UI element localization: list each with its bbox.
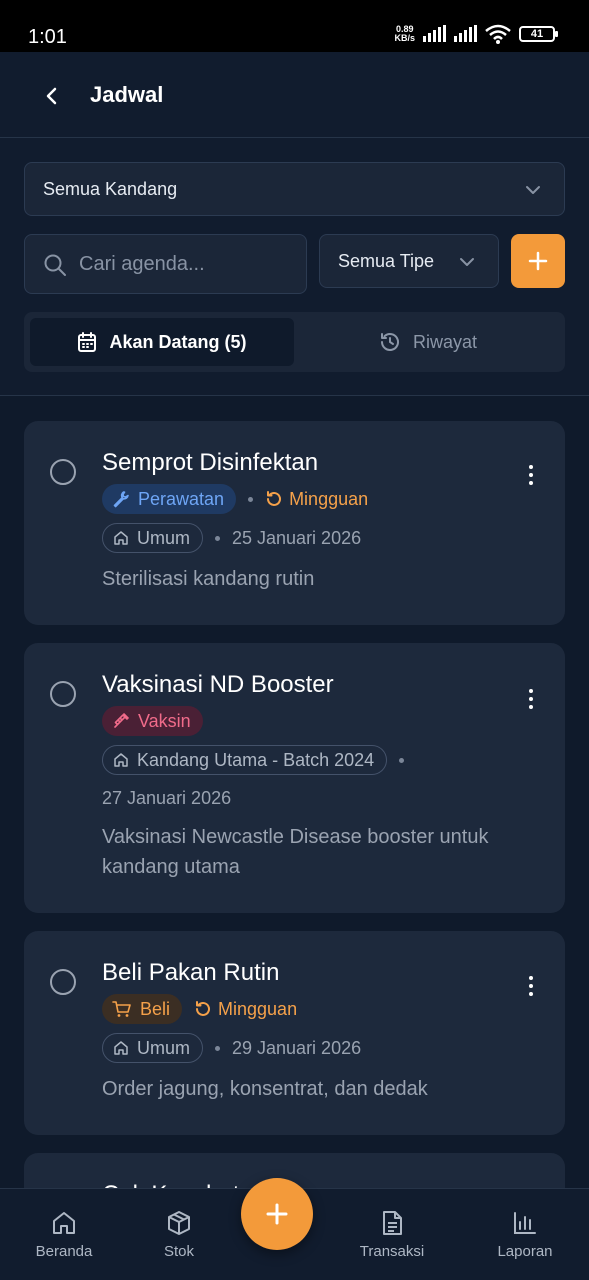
repeat-icon [267, 491, 282, 506]
syringe-icon [114, 713, 129, 728]
plus-icon [528, 251, 548, 271]
type-badge: Perawatan [102, 484, 237, 514]
type-select[interactable]: Semua Tipe [319, 234, 499, 288]
history-icon [380, 333, 399, 351]
agenda-title: Vaksinasi ND Booster [102, 671, 334, 698]
status-icons: 0.89 KB/s 41 [394, 24, 558, 44]
box-icon [168, 1211, 190, 1235]
status-time: 1:01 [28, 26, 67, 48]
agenda-description: Vaksinasi Newcastle Disease booster untu… [102, 826, 489, 878]
wifi-icon [485, 24, 511, 44]
tab-history-label: Riwayat [412, 331, 478, 352]
search-box [24, 234, 307, 294]
complete-checkbox[interactable] [50, 969, 76, 995]
network-speed: 0.89 KB/s [394, 24, 415, 43]
agenda-meta-row: Perawatan Mingguan [102, 484, 368, 514]
agenda-meta-row: Beli Mingguan [102, 994, 297, 1024]
agenda-card[interactable]: Semprot Disinfektan Perawatan Mingguan U… [24, 421, 565, 625]
cart-icon [112, 1001, 131, 1017]
complete-checkbox[interactable] [50, 459, 76, 485]
recurrence-badge: Mingguan [265, 489, 368, 510]
nav-stock[interactable]: Stok [129, 1209, 229, 1260]
agenda-date: 25 Januari 2026 [232, 527, 362, 548]
add-agenda-button[interactable] [511, 234, 565, 288]
agenda-meta-row: Vaksin [102, 706, 203, 736]
page-title: Jadwal [90, 82, 164, 107]
back-button[interactable] [36, 80, 68, 112]
type-badge: Vaksin [102, 706, 203, 736]
nav-transactions[interactable]: Transaksi [342, 1209, 442, 1260]
type-badge: Beli [102, 994, 183, 1024]
kandang-select[interactable]: Semua Kandang [24, 162, 565, 216]
chevron-down-icon [460, 258, 474, 266]
separator-dot [215, 535, 220, 541]
agenda-card[interactable]: Vaksinasi ND Booster Vaksin Kandang Utam… [24, 643, 565, 913]
nav-reports[interactable]: Laporan [475, 1209, 575, 1260]
battery-icon: 41 [519, 26, 558, 42]
agenda-location-row: Umum 29 Januari 2026 [102, 1033, 361, 1063]
bar-chart-icon [514, 1212, 536, 1234]
agenda-description: Sterilisasi kandang rutin [102, 568, 315, 590]
home-icon [114, 531, 128, 545]
complete-checkbox[interactable] [50, 681, 76, 707]
agenda-location-row: Kandang Utama - Batch 2024 [102, 745, 405, 775]
agenda-card[interactable]: Beli Pakan Rutin Beli Mingguan Umum 29 J… [24, 931, 565, 1135]
tab-history[interactable]: Riwayat [296, 318, 560, 366]
recurrence-badge: Mingguan [194, 999, 297, 1020]
home-icon [114, 753, 128, 767]
agenda-date: 29 Januari 2026 [232, 1037, 362, 1058]
search-icon [44, 254, 66, 276]
agenda-location-row: Umum 25 Januari 2026 [102, 523, 361, 553]
agenda-date-row: 27 Januari 2026 [102, 788, 231, 809]
chevron-down-icon [526, 186, 540, 194]
agenda-title: Beli Pakan Rutin [102, 959, 280, 986]
location-badge: Kandang Utama - Batch 2024 [102, 745, 388, 775]
location-badge: Umum [102, 1033, 203, 1063]
more-options-icon[interactable] [527, 976, 535, 996]
plus-icon [266, 1203, 288, 1225]
type-select-label: Semua Tipe [338, 251, 435, 271]
location-badge: Umum [102, 523, 203, 553]
signal-icon [423, 25, 446, 42]
wrench-icon [113, 491, 129, 508]
app-header: Jadwal [0, 52, 589, 138]
chevron-left-icon [46, 87, 57, 105]
tab-upcoming-label: Akan Datang (5) [109, 331, 247, 352]
agenda-title: Semprot Disinfektan [102, 449, 319, 476]
repeat-icon [196, 1001, 210, 1016]
more-options-icon[interactable] [527, 465, 535, 485]
tab-upcoming[interactable]: Akan Datang (5) [30, 318, 294, 366]
separator-dot [215, 1045, 220, 1051]
agenda-date: 27 Januari 2026 [102, 788, 232, 808]
separator-dot [248, 496, 254, 502]
filter-section: Semua Kandang Semua Tipe Akan Datang (5)… [0, 138, 589, 396]
status-bar: 1:01 0.89 KB/s 41 [0, 0, 589, 52]
calendar-icon [78, 332, 97, 352]
more-options-icon[interactable] [527, 689, 535, 709]
search-input[interactable] [79, 249, 289, 279]
kandang-select-label: Semua Kandang [43, 179, 178, 199]
tab-bar: Akan Datang (5) Riwayat [24, 312, 565, 372]
signal-icon [454, 25, 477, 42]
document-icon [383, 1211, 402, 1235]
home-icon [53, 1212, 75, 1234]
nav-home[interactable]: Beranda [14, 1209, 114, 1260]
fab-add-button[interactable] [241, 1178, 313, 1250]
agenda-description: Order jagung, konsentrat, dan dedak [102, 1078, 428, 1100]
separator-dot [399, 757, 405, 763]
home-icon [114, 1041, 128, 1055]
